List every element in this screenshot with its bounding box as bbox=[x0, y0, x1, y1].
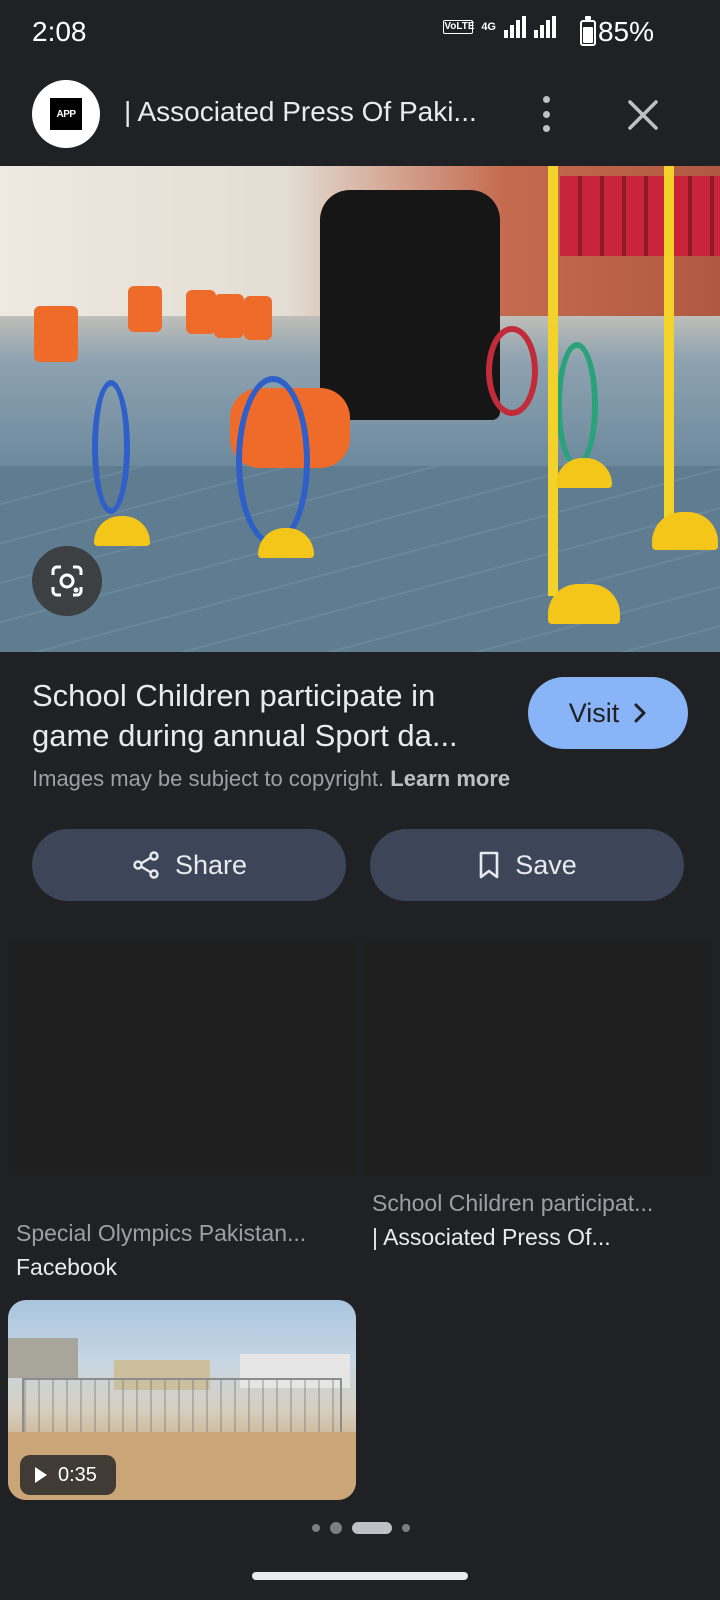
copyright-notice: Images may be subject to copyright. Lear… bbox=[32, 766, 510, 792]
close-icon[interactable] bbox=[626, 98, 660, 132]
volte-icon: VoLTE bbox=[443, 20, 475, 34]
save-label: Save bbox=[515, 849, 577, 880]
site-name[interactable]: | Associated Press Of Paki... bbox=[124, 96, 484, 128]
page-indicator bbox=[312, 1520, 410, 1536]
play-icon bbox=[35, 1467, 47, 1483]
visit-button[interactable]: Visit bbox=[528, 677, 688, 749]
chevron-right-icon bbox=[634, 703, 646, 723]
related-title: School Children participat... bbox=[372, 1190, 654, 1216]
image-viewer-screen: 2:08 VoLTE 4G 85% APP | Associated Press… bbox=[0, 0, 720, 1600]
share-button[interactable]: Share bbox=[32, 829, 346, 901]
signal-indicators: VoLTE 4G bbox=[443, 16, 556, 38]
related-caption[interactable]: Special Olympics Pakistan... Facebook bbox=[16, 1218, 346, 1282]
lens-icon bbox=[51, 565, 83, 597]
save-button[interactable]: Save bbox=[370, 829, 684, 901]
related-title: Special Olympics Pakistan... bbox=[16, 1220, 307, 1246]
related-caption[interactable]: School Children participat... | Associat… bbox=[372, 1188, 702, 1252]
signal-icon bbox=[504, 16, 526, 38]
share-label: Share bbox=[174, 849, 248, 880]
copyright-text: Images may be subject to copyright. bbox=[32, 766, 385, 791]
visit-label: Visit bbox=[568, 697, 620, 728]
network-type: 4G bbox=[481, 21, 496, 33]
hero-image[interactable] bbox=[0, 166, 720, 652]
title-line-2: game during annual Sport da... bbox=[32, 718, 458, 753]
video-duration: 0:35 bbox=[58, 1463, 97, 1486]
related-image-tile[interactable] bbox=[364, 940, 712, 1178]
share-icon bbox=[133, 851, 159, 879]
related-source: Facebook bbox=[16, 1254, 118, 1280]
result-title[interactable]: School Children participate in game duri… bbox=[32, 676, 492, 756]
viewer-header: APP | Associated Press Of Paki... bbox=[0, 66, 720, 164]
status-bar: 2:08 VoLTE 4G 85% bbox=[0, 0, 720, 66]
battery-icon bbox=[580, 16, 596, 46]
signal-icon-2 bbox=[534, 16, 556, 38]
learn-more-link[interactable]: Learn more bbox=[390, 766, 510, 791]
video-duration-badge: 0:35 bbox=[20, 1455, 116, 1495]
google-lens-button[interactable] bbox=[32, 546, 102, 616]
site-logo[interactable]: APP bbox=[32, 80, 100, 148]
bookmark-icon bbox=[479, 851, 499, 879]
clock: 2:08 bbox=[32, 16, 87, 47]
logo-mark: APP bbox=[50, 98, 82, 130]
title-line-1: School Children participate in bbox=[32, 678, 436, 713]
home-indicator[interactable] bbox=[252, 1572, 468, 1580]
related-source: | Associated Press Of... bbox=[372, 1224, 611, 1250]
related-image-tile[interactable] bbox=[8, 940, 356, 1175]
more-options-icon[interactable] bbox=[540, 96, 552, 132]
battery-percent: 85% bbox=[597, 16, 654, 47]
